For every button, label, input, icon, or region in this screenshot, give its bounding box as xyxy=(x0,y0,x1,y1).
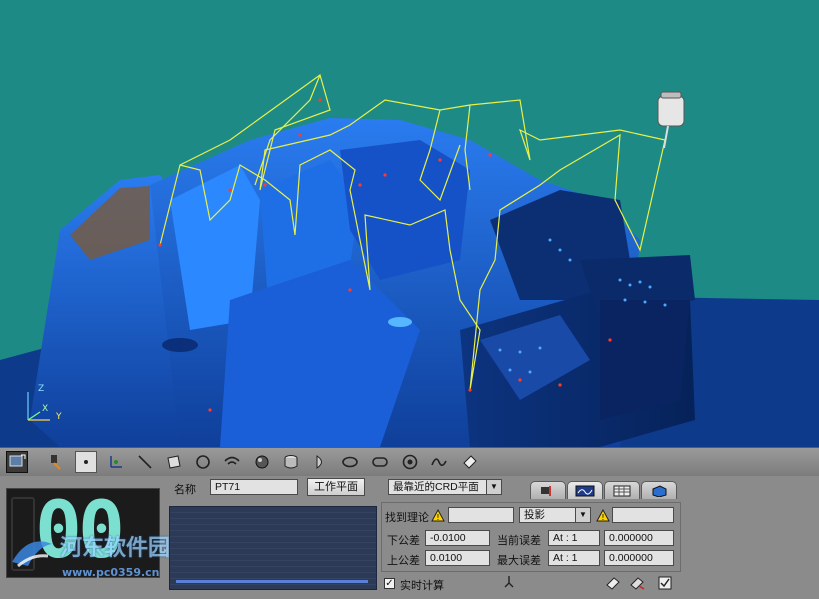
chevron-down-icon[interactable]: ▼ xyxy=(575,508,590,522)
accept-check-icon[interactable] xyxy=(656,576,674,590)
projection-select-value: 投影 xyxy=(524,509,545,521)
axis-z-label: Z xyxy=(38,384,45,394)
cursor-mode-icon[interactable] xyxy=(6,451,28,473)
probe-settings-tab[interactable] xyxy=(530,481,566,499)
cone-icon[interactable] xyxy=(310,451,332,473)
current-err-label: 当前误差 xyxy=(497,534,541,547)
vector-point-icon[interactable] xyxy=(105,451,127,473)
circle-icon[interactable] xyxy=(192,451,214,473)
current-err-at-field[interactable]: At : 1 xyxy=(548,530,600,546)
projection-select[interactable]: 投影 ▼ xyxy=(519,507,591,523)
upper-tol-label: 上公差 xyxy=(387,554,420,567)
axis-x-label: X xyxy=(42,404,49,414)
ellipse-icon[interactable] xyxy=(339,451,361,473)
realtime-label: 实时计算 xyxy=(400,579,444,592)
watermark-url: www.pc0359.cn xyxy=(62,566,160,579)
cylinder-icon[interactable] xyxy=(280,451,302,473)
current-err-value-field[interactable]: 0.000000 xyxy=(604,530,674,546)
workplane-button[interactable]: 工作平面 xyxy=(307,478,365,496)
plane-select-value: 最靠近的CRD平面 xyxy=(393,481,479,493)
curve-icon[interactable] xyxy=(428,451,450,473)
svg-text:!: ! xyxy=(436,513,439,522)
part-model-render xyxy=(0,74,819,447)
find-nominal-label: 找到理论 xyxy=(385,511,429,524)
svg-text:!: ! xyxy=(601,513,604,522)
probe-hit-icon[interactable] xyxy=(500,575,518,589)
3d-viewport[interactable]: Z Y X xyxy=(0,0,819,447)
table-tab[interactable] xyxy=(604,481,640,499)
realtime-checkbox[interactable]: ✓ xyxy=(384,578,395,589)
chevron-down-icon[interactable]: ▼ xyxy=(486,480,501,494)
lower-tol-label: 下公差 xyxy=(387,534,420,547)
warning-icon: ! xyxy=(431,509,445,522)
plane-icon[interactable] xyxy=(163,451,185,473)
slot-icon[interactable] xyxy=(369,451,391,473)
max-err-at-field[interactable]: At : 1 xyxy=(548,550,600,566)
surface-icon[interactable] xyxy=(459,451,481,473)
probe-pick-icon[interactable] xyxy=(46,451,68,473)
lower-tol-field[interactable]: -0.0100 xyxy=(425,530,490,546)
max-err-label: 最大误差 xyxy=(497,554,541,567)
watermark-logo-icon xyxy=(12,541,52,568)
cmm-application: Z Y X 00 河东软件园 www.pc0359.cn 名称 PT71 工作平… xyxy=(0,0,819,599)
max-err-value-field[interactable]: 0.000000 xyxy=(604,550,674,566)
sphere-icon[interactable] xyxy=(251,451,273,473)
eraser-icon[interactable] xyxy=(604,576,622,590)
box-tab[interactable] xyxy=(641,481,677,499)
graph-scale-bar xyxy=(176,580,368,583)
error-graph xyxy=(169,506,377,590)
point-icon[interactable] xyxy=(75,451,97,473)
feature-toolbar xyxy=(0,447,819,477)
watermark-text: 河东软件园 xyxy=(60,536,171,561)
warning-icon: ! xyxy=(596,509,610,522)
ring-icon[interactable] xyxy=(399,451,421,473)
name-label: 名称 xyxy=(174,483,196,496)
line-icon[interactable] xyxy=(134,451,156,473)
find-nominal-field[interactable] xyxy=(448,507,514,523)
axis-y-label: Y xyxy=(56,412,62,422)
path-tab[interactable] xyxy=(567,481,603,499)
plane-select[interactable]: 最靠近的CRD平面 ▼ xyxy=(388,479,502,495)
upper-tol-field[interactable]: 0.0100 xyxy=(425,550,490,566)
projection-field[interactable] xyxy=(612,507,674,523)
arc-icon[interactable] xyxy=(221,451,243,473)
name-field[interactable]: PT71 xyxy=(210,479,298,495)
clear-points-icon[interactable] xyxy=(628,576,646,590)
